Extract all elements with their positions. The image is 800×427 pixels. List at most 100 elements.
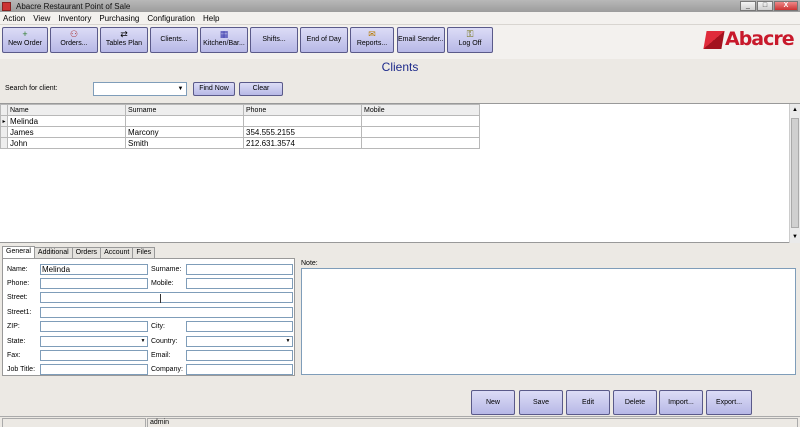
street1-label: Street1:: [7, 309, 32, 316]
zip-label: ZIP:: [7, 323, 20, 330]
close-button[interactable]: X: [774, 1, 798, 11]
menu-help[interactable]: Help: [203, 14, 219, 23]
tab-orders[interactable]: Orders: [71, 247, 102, 258]
page-title: Clients: [381, 60, 419, 74]
name-field[interactable]: Melinda: [40, 264, 148, 275]
menu-bar: Action View Inventory Purchasing Configu…: [0, 12, 800, 25]
cell-mobile[interactable]: [361, 137, 480, 149]
import-button[interactable]: Import...: [659, 390, 703, 415]
log-off-icon: ⚿: [466, 29, 474, 39]
mobile-field[interactable]: [186, 278, 293, 289]
tables-plan-button[interactable]: ⇄ Tables Plan: [100, 27, 148, 53]
reports-button[interactable]: ✉ Reports...: [350, 27, 394, 53]
cell-mobile[interactable]: [361, 115, 480, 127]
find-now-button[interactable]: Find Now: [193, 82, 235, 96]
phone-field[interactable]: [40, 278, 148, 289]
logo-text: Abacre: [725, 28, 795, 50]
company-label: Company:: [151, 366, 183, 373]
menu-purchasing[interactable]: Purchasing: [99, 14, 139, 23]
note-textarea[interactable]: [301, 268, 796, 375]
tab-account[interactable]: Account: [100, 247, 134, 258]
column-header-mobile[interactable]: Mobile: [361, 104, 480, 116]
tables-plan-icon: ⇄: [120, 29, 128, 39]
scroll-down-icon[interactable]: ▼: [790, 232, 800, 242]
table-row[interactable]: James Marcony 354.555.2155: [0, 126, 480, 138]
zip-field[interactable]: [40, 321, 148, 332]
delete-button[interactable]: Delete: [613, 390, 657, 415]
menu-view[interactable]: View: [33, 14, 50, 23]
table-row[interactable]: John Smith 212.631.3574: [0, 137, 480, 149]
kitchen-bar-button[interactable]: ▦ Kitchen/Bar...: [200, 27, 248, 53]
status-bar: admin: [0, 416, 800, 427]
current-row-indicator-icon: ▸: [0, 115, 8, 127]
export-button[interactable]: Export...: [706, 390, 752, 415]
chevron-down-icon[interactable]: ▼: [139, 337, 147, 346]
grid-vertical-scrollbar[interactable]: ▲ ▼: [789, 104, 800, 243]
cell-name[interactable]: James: [7, 126, 126, 138]
cell-phone[interactable]: [243, 115, 362, 127]
row-header-corner: [0, 104, 8, 116]
menu-inventory[interactable]: Inventory: [58, 14, 91, 23]
shifts-button[interactable]: Shifts...: [250, 27, 298, 53]
tab-files[interactable]: Files: [132, 247, 156, 258]
email-field[interactable]: [186, 350, 293, 361]
general-form-panel: Name: Melinda Surname: Phone: Mobile: St…: [2, 258, 295, 376]
menu-action[interactable]: Action: [3, 14, 25, 23]
save-button[interactable]: Save: [519, 390, 563, 415]
log-off-label: Log Off: [458, 40, 482, 47]
cell-surname[interactable]: Smith: [125, 137, 244, 149]
edit-button[interactable]: Edit: [566, 390, 610, 415]
minimize-button[interactable]: _: [740, 1, 756, 11]
chevron-down-icon[interactable]: ▼: [176, 84, 185, 94]
job-title-field[interactable]: [40, 364, 148, 375]
column-header-name[interactable]: Name: [7, 104, 126, 116]
title-bar: Abacre Restaurant Point of Sale _ □ X: [0, 0, 800, 12]
surname-label: Surname:: [151, 266, 182, 273]
clients-grid[interactable]: Name Surname Phone Mobile ▸ Melinda Jame…: [0, 103, 800, 243]
orders-button[interactable]: ⚇ Orders...: [50, 27, 98, 53]
clear-button[interactable]: Clear: [239, 82, 283, 96]
end-of-day-button[interactable]: End of Day: [300, 27, 348, 53]
menu-configuration[interactable]: Configuration: [147, 14, 195, 23]
column-header-surname[interactable]: Surname: [125, 104, 244, 116]
scroll-up-icon[interactable]: ▲: [790, 105, 800, 115]
cell-mobile[interactable]: [361, 126, 480, 138]
tab-additional[interactable]: Additional: [33, 247, 73, 258]
chevron-down-icon[interactable]: ▼: [284, 337, 292, 346]
state-select[interactable]: ▼: [40, 336, 148, 347]
status-user: admin: [147, 418, 798, 427]
table-row[interactable]: ▸ Melinda: [0, 115, 480, 127]
cell-phone[interactable]: 212.631.3574: [243, 137, 362, 149]
cell-name[interactable]: Melinda: [7, 115, 126, 127]
maximize-button[interactable]: □: [757, 1, 773, 11]
toolbar: + New Order ⚇ Orders... ⇄ Tables Plan Cl…: [0, 25, 800, 59]
cell-surname[interactable]: Marcony: [125, 126, 244, 138]
cell-name[interactable]: John: [7, 137, 126, 149]
shifts-label: Shifts...: [262, 36, 286, 43]
tab-general[interactable]: General: [2, 246, 35, 258]
fax-field[interactable]: [40, 350, 148, 361]
email-sender-button[interactable]: Email Sender...: [397, 27, 445, 53]
kitchen-bar-label: Kitchen/Bar...: [203, 40, 245, 47]
column-header-phone[interactable]: Phone: [243, 104, 362, 116]
scrollbar-thumb[interactable]: [791, 118, 799, 228]
search-client-combo[interactable]: ▼: [93, 82, 187, 96]
end-of-day-label: End of Day: [306, 36, 342, 43]
app-icon: [2, 1, 11, 11]
cell-phone[interactable]: 354.555.2155: [243, 126, 362, 138]
city-field[interactable]: [186, 321, 293, 332]
country-label: Country:: [151, 338, 178, 345]
row-header: [0, 137, 8, 149]
cell-surname[interactable]: [125, 115, 244, 127]
new-order-button[interactable]: + New Order: [2, 27, 48, 53]
reports-label: Reports...: [356, 40, 388, 47]
company-field[interactable]: [186, 364, 293, 375]
log-off-button[interactable]: ⚿ Log Off: [447, 27, 493, 53]
clients-button[interactable]: Clients...: [150, 27, 198, 53]
country-select[interactable]: ▼: [186, 336, 293, 347]
surname-field[interactable]: [186, 264, 293, 275]
new-button[interactable]: New: [471, 390, 515, 415]
orders-icon: ⚇: [69, 29, 79, 39]
street-field[interactable]: [40, 292, 293, 303]
street1-field[interactable]: [40, 307, 293, 318]
